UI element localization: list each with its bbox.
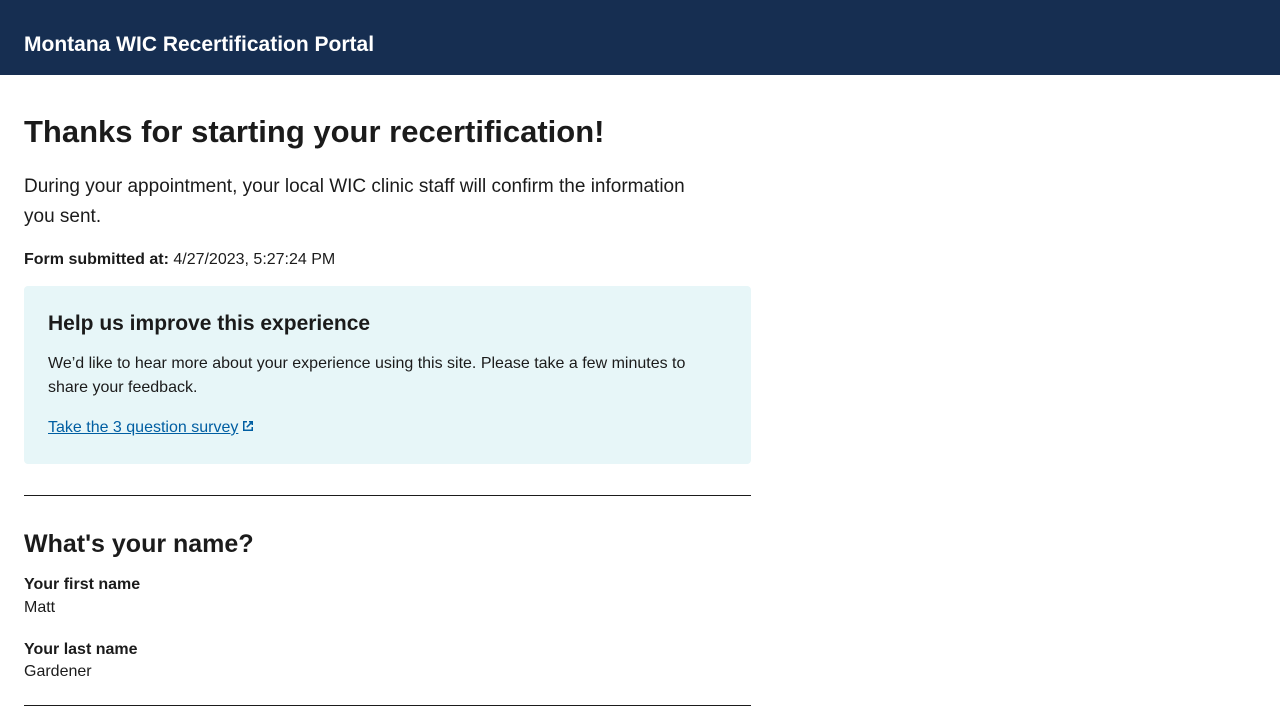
section-divider <box>24 705 751 706</box>
survey-link-label[interactable]: Take the 3 question survey <box>48 419 238 436</box>
feedback-heading: Help us improve this experience <box>48 312 371 335</box>
site-header: Montana WIC Recertification Portal <box>0 0 1280 75</box>
survey-link[interactable]: Take the 3 question survey <box>48 416 255 440</box>
last-name-value: Gardener <box>24 663 92 680</box>
external-link-icon[interactable] <box>241 419 255 433</box>
site-title[interactable]: Montana WIC Recertification Portal <box>24 31 374 59</box>
page-title: Thanks for starting your recertification… <box>24 114 605 149</box>
last-name-label: Your last name <box>24 641 138 658</box>
submission-timestamp: Form submitted at: 4/27/2023, 5:27:24 PM <box>24 249 335 271</box>
feedback-text: We’d like to hear more about your experi… <box>48 355 686 396</box>
first-name-value: Matt <box>24 599 56 616</box>
name-section-heading: What's your name? <box>24 530 254 558</box>
first-name-label: Your first name <box>24 576 141 593</box>
section-divider <box>24 495 751 496</box>
feedback-alert: Help us improve this experience We’d lik… <box>24 286 751 464</box>
intro-text: During your appointment, your local WIC … <box>24 176 685 227</box>
submitted-value: 4/27/2023, 5:27:24 PM <box>173 251 336 268</box>
submitted-label: Form submitted at: <box>24 251 169 268</box>
